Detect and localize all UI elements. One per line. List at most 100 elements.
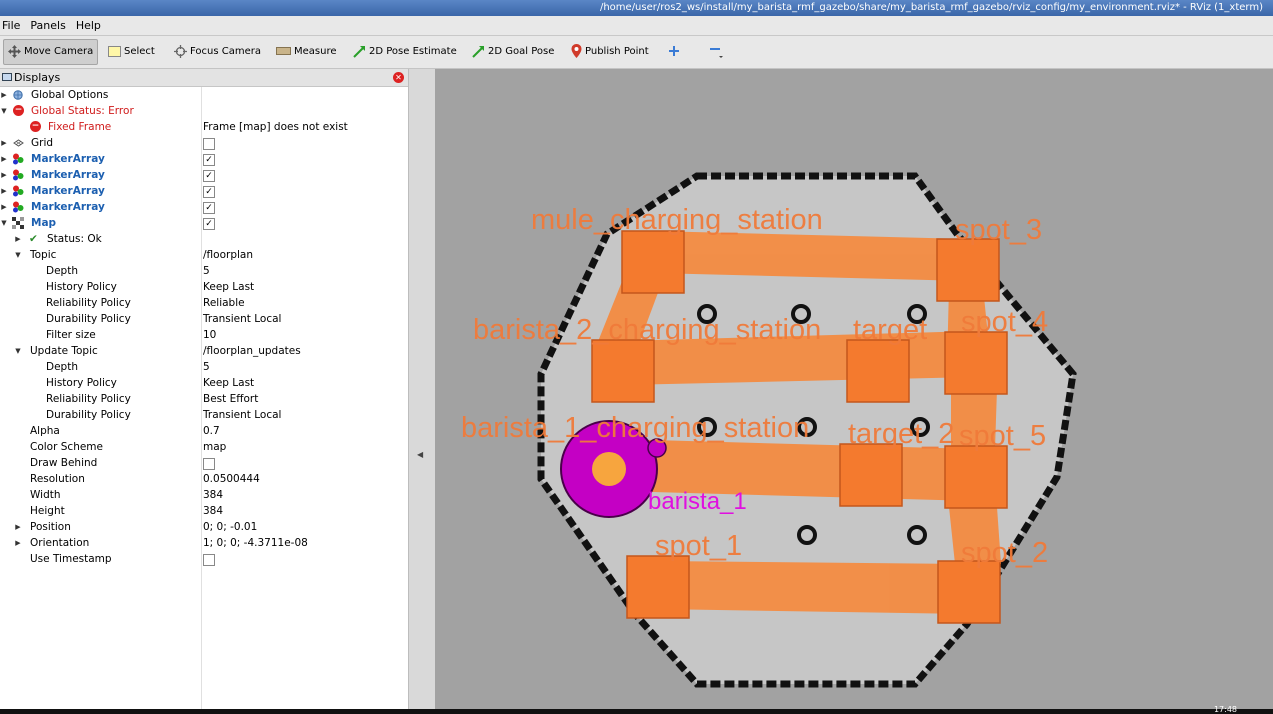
tree-row-draw-behind[interactable]: Draw Behind — [0, 455, 408, 471]
measure-button[interactable]: Measure — [272, 39, 341, 65]
tree-row-reliability-policy[interactable]: Reliability Policy Reliable — [0, 295, 408, 311]
reliability-policy-value[interactable]: Reliable — [203, 295, 245, 311]
tree-row-alpha[interactable]: Alpha 0.7 — [0, 423, 408, 439]
close-panel-icon[interactable]: ✕ — [393, 72, 404, 83]
expand-arrow-icon[interactable]: ▶ — [14, 535, 22, 551]
height-value[interactable]: 384 — [203, 503, 223, 519]
tree-row-grid[interactable]: ▶ Grid — [0, 135, 408, 151]
tree-row-status[interactable]: ▶ ✔ Status: Ok — [0, 231, 408, 247]
width-value[interactable]: 384 — [203, 487, 223, 503]
label-spot-5: spot_5 — [959, 420, 1046, 452]
marker-array-checkbox[interactable]: ✓ — [203, 170, 215, 182]
update-topic-value[interactable]: /floorplan_updates — [203, 343, 301, 359]
expand-arrow-icon[interactable]: ▶ — [0, 87, 8, 103]
alpha-label: Alpha — [30, 425, 60, 437]
panel-splitter[interactable]: ◀ — [409, 69, 435, 709]
topic-value[interactable]: /floorplan — [203, 247, 253, 263]
globe-icon — [13, 90, 23, 100]
expand-arrow-icon[interactable]: ▼ — [0, 215, 8, 231]
history-policy-label: History Policy — [46, 281, 117, 293]
lane — [653, 231, 968, 281]
resolution-value[interactable]: 0.0500444 — [203, 471, 260, 487]
window-titlebar: /home/user/ros2_ws/install/my_barista_rm… — [0, 0, 1273, 16]
menu-panels[interactable]: Panels — [25, 16, 70, 35]
expand-arrow-icon[interactable]: ▶ — [14, 231, 22, 247]
expand-arrow-icon[interactable]: ▼ — [0, 103, 8, 119]
expand-arrow-icon[interactable]: ▼ — [14, 247, 22, 263]
ruler-icon — [276, 47, 291, 55]
durability-policy-value[interactable]: Transient Local — [203, 311, 281, 327]
tree-row-update-topic[interactable]: ▼ Update Topic /floorplan_updates — [0, 343, 408, 359]
waypoint-spot-2 — [937, 560, 1001, 624]
tree-row-durability-policy[interactable]: Durability Policy Transient Local — [0, 407, 408, 423]
tree-row-filter-size[interactable]: Filter size 10 — [0, 327, 408, 343]
add-tool-button[interactable] — [664, 39, 684, 65]
tree-row-depth[interactable]: Depth 5 — [0, 263, 408, 279]
depth-value[interactable]: 5 — [203, 263, 210, 279]
tree-row-global-status[interactable]: ▼ − Global Status: Error — [0, 103, 408, 119]
waypoint-mule-charging-station — [621, 230, 685, 294]
menu-help[interactable]: Help — [71, 16, 106, 35]
position-value[interactable]: 0; 0; -0.01 — [203, 519, 257, 535]
goal-pose-button[interactable]: 2D Goal Pose — [468, 39, 558, 65]
tree-row-color-scheme[interactable]: Color Scheme map — [0, 439, 408, 455]
tree-row-global-options[interactable]: ▶ Global Options — [0, 87, 408, 103]
filter-size-value[interactable]: 10 — [203, 327, 216, 343]
alpha-value[interactable]: 0.7 — [203, 423, 220, 439]
reliability-policy-value[interactable]: Best Effort — [203, 391, 258, 407]
tree-row-history-policy[interactable]: History Policy Keep Last — [0, 375, 408, 391]
expand-arrow-icon[interactable]: ▶ — [0, 183, 8, 199]
history-policy-value[interactable]: Keep Last — [203, 375, 254, 391]
tree-row-width[interactable]: Width 384 — [0, 487, 408, 503]
map-scene[interactable]: mule_charging_station spot_3 barista_2_c… — [435, 69, 1273, 709]
pose-estimate-button[interactable]: 2D Pose Estimate — [349, 39, 461, 65]
expand-arrow-icon[interactable]: ▶ — [0, 151, 8, 167]
tree-row-history-policy[interactable]: History Policy Keep Last — [0, 279, 408, 295]
durability-policy-value[interactable]: Transient Local — [203, 407, 281, 423]
tree-row-resolution[interactable]: Resolution 0.0500444 — [0, 471, 408, 487]
tree-row-marker-array[interactable]: ▶ MarkerArray ✓ — [0, 199, 408, 215]
tree-row-fixed-frame[interactable]: − Fixed Frame Frame [map] does not exist — [0, 119, 408, 135]
expand-arrow-icon[interactable]: ▶ — [0, 167, 8, 183]
tree-row-map[interactable]: ▼ Map ✓ — [0, 215, 408, 231]
render-viewport[interactable]: mule_charging_station spot_3 barista_2_c… — [435, 69, 1273, 709]
tree-row-height[interactable]: Height 384 — [0, 503, 408, 519]
marker-array-checkbox[interactable]: ✓ — [203, 186, 215, 198]
tree-row-marker-array[interactable]: ▶ MarkerArray ✓ — [0, 167, 408, 183]
publish-point-button[interactable]: Publish Point — [567, 39, 653, 65]
menu-file[interactable]: File — [0, 16, 25, 35]
tree-row-orientation[interactable]: ▶ Orientation 1; 0; 0; -4.3711e-08 — [0, 535, 408, 551]
tree-row-marker-array[interactable]: ▶ MarkerArray ✓ — [0, 183, 408, 199]
tree-row-durability-policy[interactable]: Durability Policy Transient Local — [0, 311, 408, 327]
tree-row-topic[interactable]: ▼ Topic /floorplan — [0, 247, 408, 263]
focus-camera-button[interactable]: Focus Camera — [170, 39, 265, 65]
marker-array-checkbox[interactable]: ✓ — [203, 154, 215, 166]
tree-row-reliability-policy[interactable]: Reliability Policy Best Effort — [0, 391, 408, 407]
expand-arrow-icon[interactable]: ▶ — [14, 519, 22, 535]
history-policy-value[interactable]: Keep Last — [203, 279, 254, 295]
move-camera-icon — [8, 44, 21, 58]
tree-row-marker-array[interactable]: ▶ MarkerArray ✓ — [0, 151, 408, 167]
use-timestamp-checkbox[interactable] — [203, 554, 215, 566]
grid-checkbox[interactable] — [203, 138, 215, 150]
color-scheme-value[interactable]: map — [203, 439, 226, 455]
draw-behind-checkbox[interactable] — [203, 458, 215, 470]
collapse-arrow-icon[interactable]: ◀ — [417, 450, 423, 459]
publish-point-label: Publish Point — [585, 46, 649, 57]
move-camera-button[interactable]: Move Camera — [3, 39, 99, 65]
expand-arrow-icon[interactable]: ▶ — [0, 199, 8, 215]
tree-row-depth[interactable]: Depth 5 — [0, 359, 408, 375]
tree-row-use-timestamp[interactable]: Use Timestamp — [0, 551, 408, 567]
marker-array-checkbox[interactable]: ✓ — [203, 202, 215, 214]
expand-arrow-icon[interactable]: ▶ — [0, 135, 8, 151]
label-target: target — [853, 314, 927, 346]
remove-tool-button[interactable] — [705, 39, 727, 65]
map-checkbox[interactable]: ✓ — [203, 218, 215, 230]
depth-value[interactable]: 5 — [203, 359, 210, 375]
expand-arrow-icon[interactable]: ▼ — [14, 343, 22, 359]
window-title: /home/user/ros2_ws/install/my_barista_rm… — [599, 2, 1263, 13]
measure-label: Measure — [294, 46, 337, 57]
select-button[interactable]: Select — [104, 39, 159, 65]
orientation-value[interactable]: 1; 0; 0; -4.3711e-08 — [203, 535, 308, 551]
tree-row-position[interactable]: ▶ Position 0; 0; -0.01 — [0, 519, 408, 535]
